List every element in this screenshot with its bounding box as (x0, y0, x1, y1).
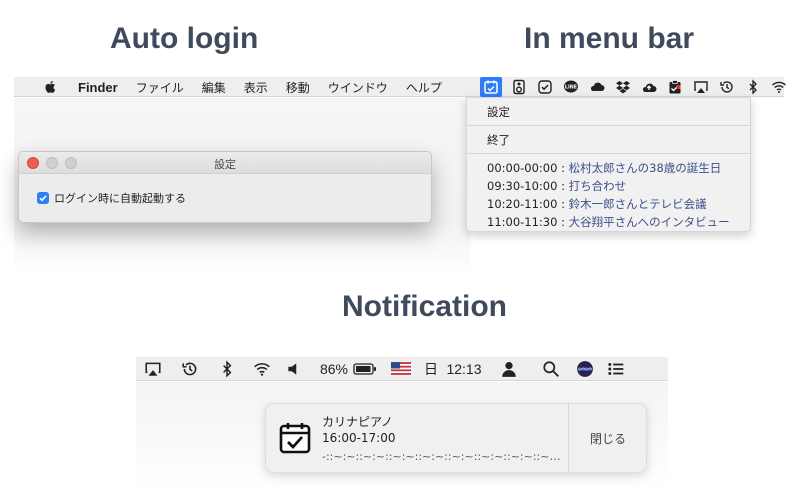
airplay-icon[interactable] (136, 357, 170, 381)
heading-notification: Notification (342, 290, 507, 323)
apple-icon[interactable] (44, 80, 58, 94)
finder-menubar: Finder ファイル 編集 表示 移動 ウインドウ ヘルプ LINE (14, 77, 786, 97)
event-item[interactable]: 00:00-00:00 : 松村太郎さんの38歳の誕生日 (487, 160, 721, 176)
menu-file[interactable]: ファイル (136, 79, 184, 96)
menu-separator (467, 125, 750, 126)
heading-auto-login: Auto login (110, 22, 259, 55)
volume-icon[interactable] (280, 357, 308, 381)
checkmark-circle-icon[interactable] (532, 77, 558, 97)
event-time: 11:00-11:30 : (487, 215, 569, 229)
siri-icon[interactable] (570, 357, 600, 381)
cloud-upload-icon[interactable] (636, 77, 662, 97)
notification-time: 16:00-17:00 (322, 431, 396, 445)
finder-menu: Finder ファイル 編集 表示 移動 ウインドウ ヘルプ (44, 77, 460, 97)
notification-center-icon[interactable] (600, 357, 632, 381)
user-icon[interactable] (486, 357, 532, 381)
clock-day: 日 (424, 360, 438, 377)
status-icons: LINE (480, 77, 792, 97)
event-title: 打ち合わせ (568, 179, 627, 193)
airplay-icon[interactable] (688, 77, 714, 97)
event-time: 00:00-00:00 : (487, 161, 569, 175)
cloud-icon[interactable] (584, 77, 610, 97)
checkmark-icon (39, 195, 47, 202)
notification-menubar: 86% 日 12:13 (136, 357, 668, 381)
wifi-icon[interactable] (766, 77, 792, 97)
notification-body: -::~:~::~:~::~:~::~:~::~:~::~:~::~:~::~:… (322, 450, 562, 463)
bluetooth-icon[interactable] (740, 77, 766, 97)
calendar-dropdown-menu: 設定 終了 00:00-00:00 : 松村太郎さんの38歳の誕生日 09:30… (466, 97, 751, 232)
battery-icon[interactable] (348, 357, 382, 381)
menu-view[interactable]: 表示 (244, 79, 268, 96)
calendar-check-icon (279, 423, 311, 454)
line-icon[interactable]: LINE (558, 77, 584, 97)
menu-separator (467, 153, 750, 154)
menu-item-quit[interactable]: 終了 (487, 132, 510, 148)
notification-banner[interactable]: カリナピアノ 16:00-17:00 -::~:~::~:~::~:~::~:~… (265, 403, 647, 473)
svg-text:LINE: LINE (565, 84, 577, 90)
event-time: 09:30-10:00 : (487, 179, 569, 193)
event-item[interactable]: 09:30-10:00 : 打ち合わせ (487, 178, 626, 194)
spotlight-search-icon[interactable] (532, 357, 570, 381)
menu-go[interactable]: 移動 (286, 79, 310, 96)
event-time: 10:20-11:00 : (487, 197, 569, 211)
window-titlebar[interactable]: 設定 (19, 152, 431, 174)
event-item[interactable]: 10:20-11:00 : 鈴木一郎さんとテレビ会議 (487, 196, 707, 212)
calendar-app-icon[interactable] (480, 77, 502, 97)
dropbox-icon[interactable] (610, 77, 636, 97)
clock-time[interactable]: 12:13 (442, 357, 486, 381)
clipboard-icon[interactable] (662, 77, 688, 97)
event-item[interactable]: 11:00-11:30 : 大谷翔平さんへのインタビュー (487, 214, 730, 230)
battery-percent: 86% (319, 360, 348, 377)
bluetooth-icon[interactable] (210, 357, 244, 381)
event-title: 松村太郎さんの38歳の誕生日 (568, 161, 722, 175)
notification-title: カリナピアノ (322, 415, 393, 429)
speaker-box-icon[interactable] (506, 77, 532, 97)
us-flag-icon[interactable] (382, 357, 420, 381)
menu-window[interactable]: ウインドウ (328, 79, 388, 96)
menu-edit[interactable]: 編集 (202, 79, 226, 96)
event-title: 大谷翔平さんへのインタビュー (568, 215, 730, 229)
time-machine-icon[interactable] (170, 357, 210, 381)
settings-window: 設定 ログイン時に自動起動する (18, 151, 432, 223)
event-title: 鈴木一郎さんとテレビ会議 (568, 197, 707, 211)
auto-launch-checkbox[interactable] (37, 192, 49, 204)
heading-in-menu-bar: In menu bar (524, 22, 695, 55)
close-notification-button[interactable]: 閉じる (569, 404, 647, 472)
window-title: 設定 (214, 158, 236, 171)
auto-launch-checkbox-row[interactable]: ログイン時に自動起動する (37, 190, 186, 206)
menu-item-settings[interactable]: 設定 (487, 104, 510, 120)
auto-launch-label: ログイン時に自動起動する (54, 192, 186, 205)
wifi-icon[interactable] (244, 357, 280, 381)
menu-finder[interactable]: Finder (78, 80, 118, 95)
time-machine-icon[interactable] (714, 77, 740, 97)
menu-help[interactable]: ヘルプ (406, 79, 442, 96)
